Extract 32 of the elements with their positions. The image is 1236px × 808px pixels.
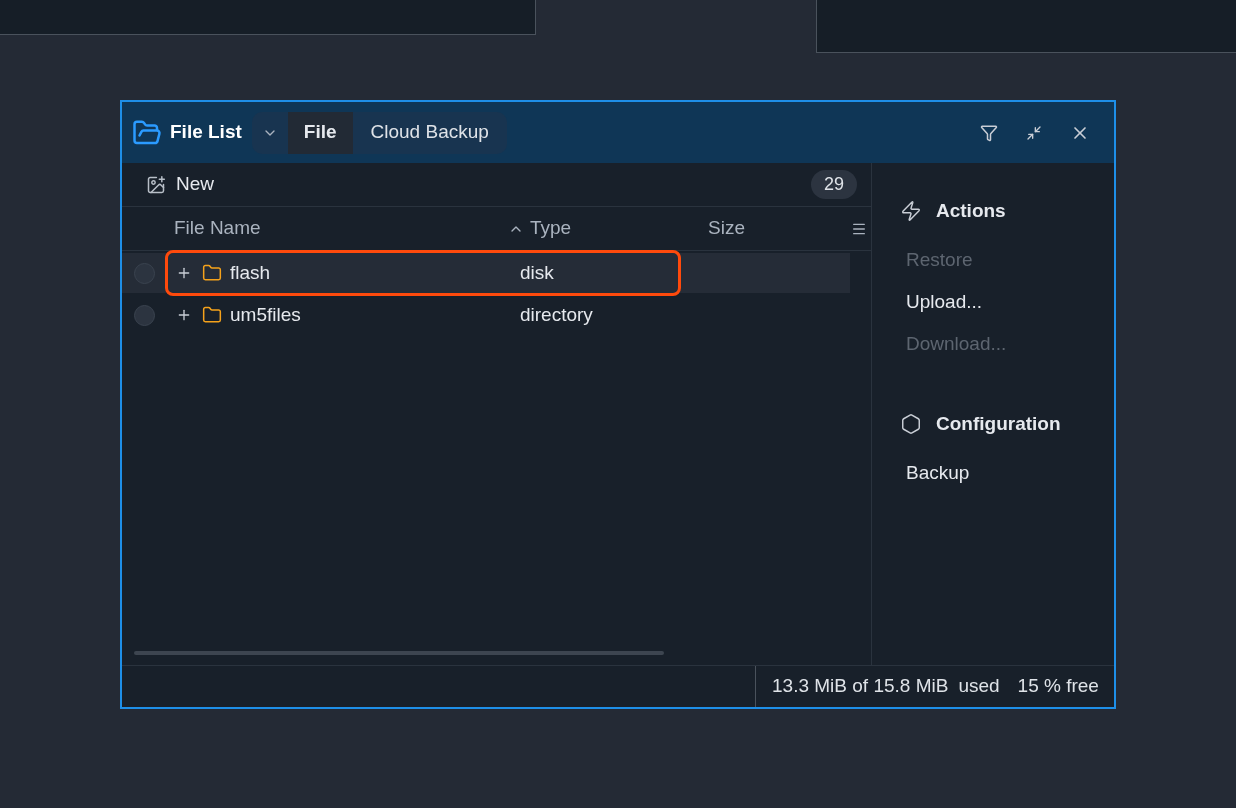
column-header[interactable]: Size bbox=[708, 214, 745, 243]
new-button[interactable]: New bbox=[176, 170, 214, 199]
file-type: directory bbox=[520, 302, 593, 327]
table-row[interactable]: um5files directory bbox=[122, 295, 850, 335]
tab[interactable]: Cloud Backup bbox=[352, 111, 507, 154]
storage-usage: 13.3 MiB of 15.8 MiB bbox=[772, 674, 949, 699]
new-item-icon[interactable] bbox=[146, 174, 166, 195]
resize-icon[interactable] bbox=[1026, 124, 1042, 141]
horizontal-scrollbar[interactable] bbox=[134, 651, 664, 655]
filter-icon[interactable] bbox=[980, 123, 998, 142]
sidebar-item[interactable]: Backup bbox=[900, 452, 970, 494]
lightning-icon bbox=[900, 200, 922, 223]
folder-icon bbox=[202, 305, 222, 325]
count-badge: 29 bbox=[810, 170, 857, 199]
file-type: disk bbox=[520, 260, 554, 285]
section-title: Actions bbox=[936, 199, 1006, 223]
section-title: Configuration bbox=[936, 411, 1061, 436]
table-row[interactable]: flash disk bbox=[122, 253, 850, 293]
tab[interactable]: File bbox=[287, 111, 353, 154]
folder-icon bbox=[202, 263, 222, 283]
sidebar-item[interactable]: Upload... bbox=[900, 281, 983, 324]
expand-icon[interactable] bbox=[176, 265, 192, 281]
column-header[interactable]: File Name bbox=[174, 214, 261, 243]
column-header[interactable]: Type bbox=[530, 214, 572, 243]
free-space: 15 % free bbox=[1017, 674, 1099, 699]
hexagon-icon bbox=[900, 412, 922, 435]
expand-icon[interactable] bbox=[176, 307, 192, 323]
window-title: File List bbox=[170, 120, 242, 145]
used-label: used bbox=[958, 674, 1000, 699]
row-checkbox[interactable] bbox=[134, 304, 155, 326]
file-name: flash bbox=[230, 260, 272, 285]
file-name: um5files bbox=[230, 302, 302, 327]
